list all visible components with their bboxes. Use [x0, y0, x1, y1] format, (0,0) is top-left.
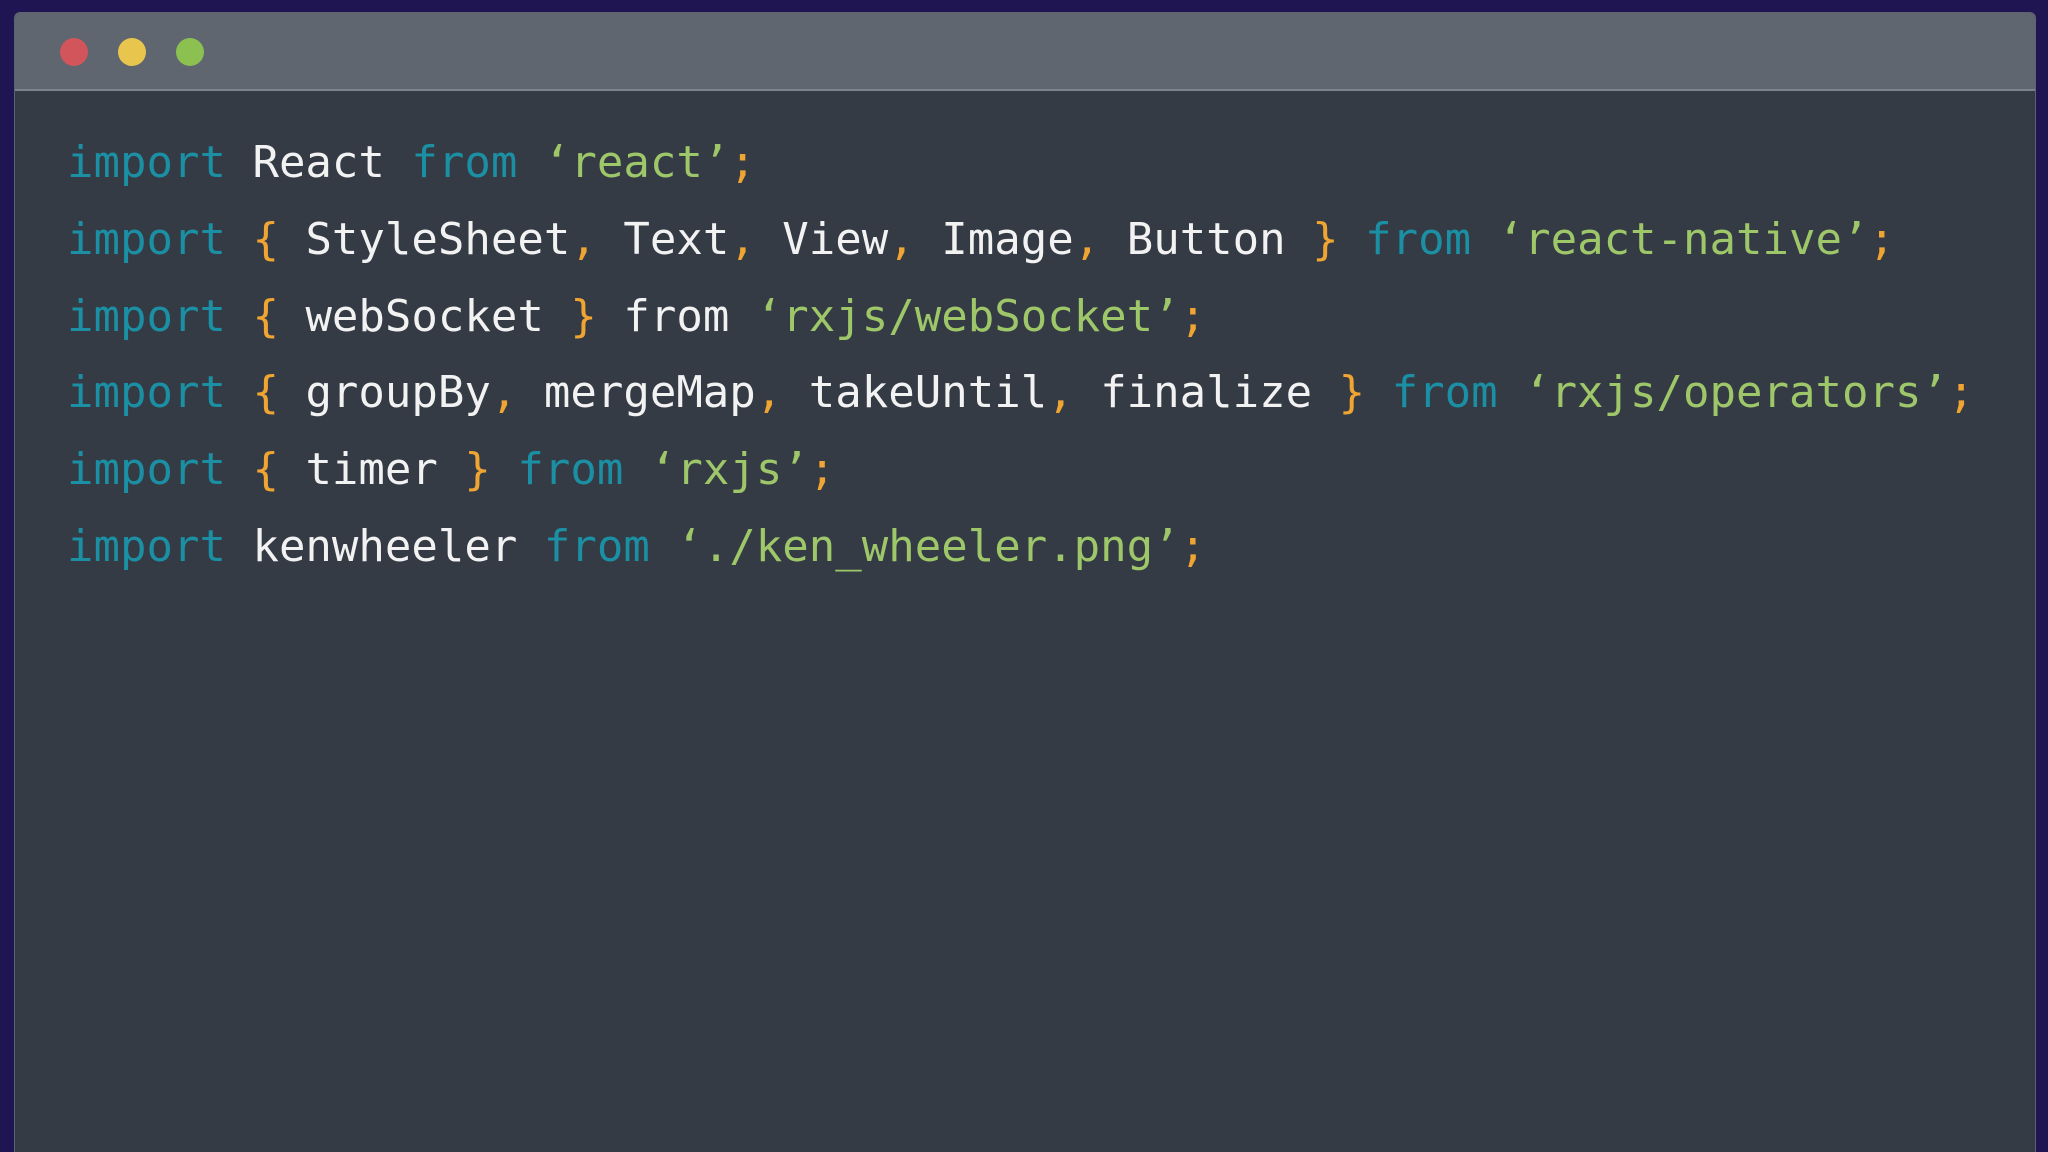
identifier-token: StyleSheet	[278, 213, 571, 265]
punctuation-token: ;	[729, 137, 756, 188]
window-titlebar	[15, 13, 2035, 91]
identifier-token: timer	[278, 444, 465, 496]
punctuation-token: ,	[570, 213, 597, 265]
identifier-token	[226, 444, 253, 495]
punctuation-token: ;	[808, 444, 836, 496]
keyword-token: import	[67, 444, 226, 496]
code-line: import { StyleSheet, Text, View, Image, …	[67, 202, 1974, 279]
identifier-token: Button	[1100, 213, 1313, 265]
identifier-token: Text	[596, 213, 730, 265]
keyword-token: from	[411, 137, 518, 188]
punctuation-token: ,	[490, 367, 518, 419]
punctuation-token: ,	[1073, 213, 1101, 265]
punctuation-token: {	[252, 367, 279, 419]
punctuation-token: ;	[1868, 213, 1895, 265]
identifier-token	[1339, 214, 1366, 265]
punctuation-token: ;	[1179, 520, 1207, 572]
code-window: import React from ‘react’; import { Style…	[14, 12, 2036, 1152]
identifier-token	[517, 521, 544, 572]
code-line: import kenwheeler from ‘./ken_wheeler.pn…	[67, 509, 1974, 586]
identifier-token	[517, 137, 544, 188]
keyword-token: import	[67, 213, 226, 265]
punctuation-token: ;	[1179, 290, 1207, 342]
identifier-token: finalize	[1073, 367, 1339, 419]
punctuation-token: ,	[755, 367, 783, 419]
string-token: ‘rxjs’	[649, 444, 809, 496]
identifier-token	[1365, 367, 1392, 418]
identifier-token: groupBy	[278, 367, 491, 419]
punctuation-token: ,	[1047, 367, 1074, 419]
punctuation-token: {	[252, 213, 279, 265]
keyword-token: from	[1391, 367, 1498, 419]
identifier-token	[226, 367, 253, 418]
identifier-token: webSocket	[278, 290, 571, 342]
code-line: import { webSocket } from ‘rxjs/webSocke…	[67, 279, 1974, 356]
identifier-token	[1471, 214, 1498, 265]
identifier-token	[226, 521, 253, 572]
string-token: ‘rxjs/webSocket’	[755, 290, 1180, 342]
punctuation-token: }	[1338, 367, 1366, 419]
identifier-token	[226, 137, 253, 188]
string-token: ‘rxjs/operators’	[1524, 367, 1948, 419]
minimize-window-button[interactable]	[118, 38, 146, 66]
identifier-token	[491, 444, 518, 495]
code-editor[interactable]: import React from ‘react’; import { Style…	[67, 125, 1974, 586]
identifier-token	[226, 291, 253, 342]
string-token: ‘react’	[543, 137, 730, 188]
keyword-token: from	[517, 444, 624, 496]
punctuation-token: }	[570, 290, 597, 342]
keyword-token: from	[1365, 213, 1472, 265]
identifier-token: kenwheeler	[252, 520, 518, 572]
punctuation-token: {	[252, 444, 279, 496]
maximize-window-button[interactable]	[176, 38, 204, 66]
punctuation-token: ,	[729, 213, 756, 265]
identifier-token: takeUntil	[782, 367, 1048, 419]
identifier-token: View	[755, 213, 889, 265]
code-line: import React from ‘react’;	[67, 125, 1974, 202]
identifier-token	[623, 444, 650, 495]
code-line: import { timer } from ‘rxjs’;	[67, 432, 1974, 509]
keyword-token: import	[67, 137, 226, 188]
identifier-token: mergeMap	[517, 367, 756, 419]
string-token: ‘./ken_wheeler.png’	[676, 520, 1180, 572]
code-line: import { groupBy, mergeMap, takeUntil, f…	[67, 355, 1974, 432]
punctuation-token: }	[464, 444, 491, 496]
punctuation-token: }	[1312, 213, 1339, 265]
identifier-token	[385, 137, 412, 188]
identifier-token	[650, 521, 677, 572]
keyword-token: import	[67, 290, 226, 342]
identifier-token	[1498, 367, 1525, 418]
keyword-token: from	[543, 520, 650, 572]
close-window-button[interactable]	[60, 38, 88, 66]
punctuation-token: ;	[1947, 367, 1975, 419]
punctuation-token: ,	[888, 213, 915, 265]
keyword-token: import	[67, 367, 226, 419]
identifier-token: React	[252, 137, 385, 188]
identifier-token: Image	[914, 213, 1074, 265]
keyword-token: import	[67, 520, 226, 572]
identifier-token	[226, 214, 253, 265]
string-token: ‘react-native’	[1497, 213, 1869, 265]
punctuation-token: {	[252, 290, 279, 342]
identifier-token: from	[596, 290, 756, 342]
